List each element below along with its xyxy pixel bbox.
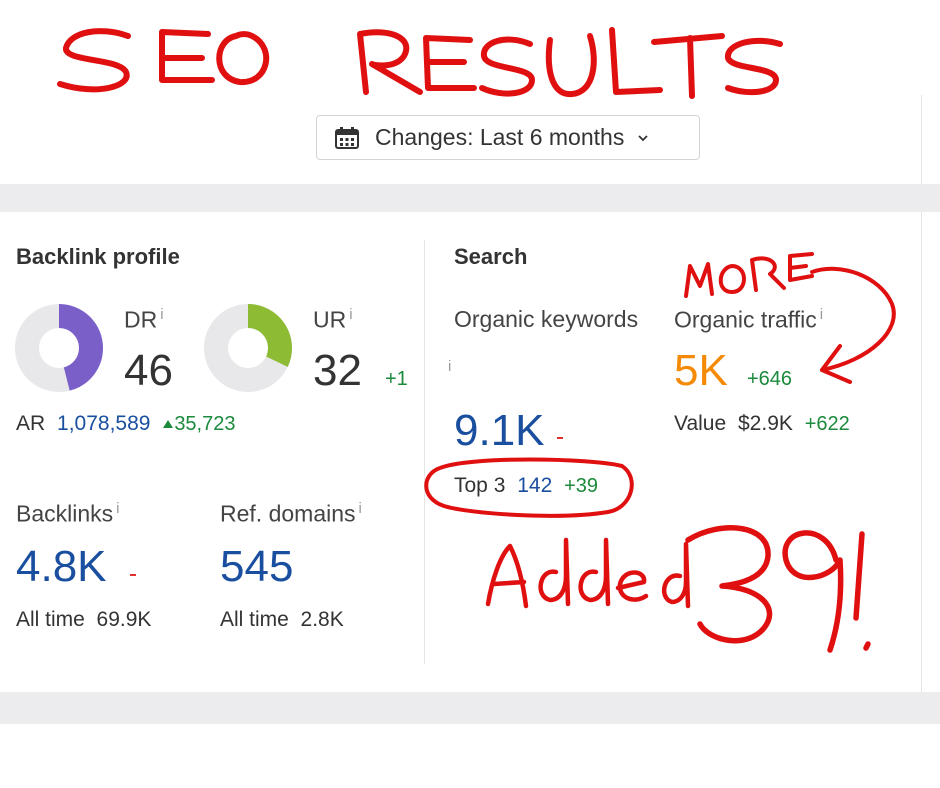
organic-keywords-info-icon[interactable]: i <box>448 358 451 375</box>
ref-domains-info-icon[interactable]: i <box>359 500 362 517</box>
ref-domains-label: Ref. domains <box>220 500 356 527</box>
calendar-icon <box>335 126 359 149</box>
traffic-value-delta: +622 <box>804 413 850 435</box>
section-gap <box>0 184 940 212</box>
changes-period-label: Changes: Last 6 months <box>375 124 625 150</box>
annotation-title-letter-s2 <box>479 36 535 97</box>
organic-traffic-delta: +646 <box>747 368 793 390</box>
organic-keywords-value[interactable]: 9.1K <box>454 406 545 456</box>
section-gap-bottom <box>0 692 940 724</box>
ur-label-wrap: UR i <box>313 306 353 334</box>
ar-delta-wrap: 35,723 <box>162 413 235 435</box>
ar-row: AR 1,078,589 35,723 <box>16 412 235 436</box>
dr-donut-chart <box>15 304 103 392</box>
top3-value[interactable]: 142 <box>517 474 552 497</box>
organic-traffic-value[interactable]: 5K <box>674 346 728 396</box>
ar-label: AR <box>16 412 46 435</box>
ur-value: 32 <box>313 346 362 395</box>
ar-delta: 35,723 <box>174 413 236 435</box>
backlinks-value[interactable]: 4.8K <box>16 542 107 592</box>
backlinks-info-icon[interactable]: i <box>116 500 119 517</box>
top3-label: Top 3 <box>454 474 506 497</box>
traffic-value-row: Value $2.9K +622 <box>674 412 850 436</box>
organic-keywords-label: Organic keywords <box>454 306 639 332</box>
annotation-title-letter-r <box>357 29 423 95</box>
dr-info-icon[interactable]: i <box>160 306 163 323</box>
annotation-title-letter-e2 <box>423 35 477 91</box>
arrow-up-icon <box>163 420 174 428</box>
search-title: Search <box>454 244 528 269</box>
backlinks-all-time-label: All time <box>16 608 85 631</box>
annotation-title-letter-t <box>651 33 725 99</box>
organic-traffic-label: Organic traffic <box>674 306 817 333</box>
annotation-title-letter-o <box>216 31 270 85</box>
ur-label: UR <box>313 306 347 333</box>
backlinks-all-time-value: 69.9K <box>96 608 152 631</box>
annotation-title-letter-u <box>545 33 597 98</box>
dr-label: DR <box>124 306 158 333</box>
backlinks-label-wrap: Backlinks i <box>16 500 120 528</box>
annotation-title-letter-s <box>57 28 131 93</box>
ref-domains-all-time: All time 2.8K <box>220 608 344 632</box>
organic-traffic-label-wrap: Organic traffic i <box>674 306 823 334</box>
ref-domains-value[interactable]: 545 <box>220 542 293 592</box>
ur-donut-chart <box>204 304 292 392</box>
column-divider <box>424 240 425 664</box>
ar-value[interactable]: 1,078,589 <box>57 412 150 435</box>
annotation-title-letter-s3 <box>725 37 783 96</box>
ur-info-icon[interactable]: i <box>349 306 352 323</box>
organic-keywords-change-mark <box>557 437 563 439</box>
chevron-down-icon <box>638 134 648 141</box>
ref-domains-all-time-value: 2.8K <box>300 608 344 631</box>
backlinks-change-mark <box>130 574 136 576</box>
annotation-title-letter-l <box>609 27 663 95</box>
top3-delta: +39 <box>564 475 599 497</box>
ref-domains-label-wrap: Ref. domains i <box>220 500 362 528</box>
dr-label-wrap: DR i <box>124 306 164 334</box>
changes-period-dropdown[interactable]: Changes: Last 6 months <box>316 115 700 160</box>
traffic-value-label: Value <box>674 412 727 435</box>
organic-traffic-info-icon[interactable]: i <box>820 306 823 323</box>
traffic-value-amount: $2.9K <box>738 412 793 435</box>
ur-delta: +1 <box>385 368 408 390</box>
ref-domains-all-time-label: All time <box>220 608 289 631</box>
backlink-profile-title: Backlink profile <box>16 244 180 269</box>
top3-row: Top 3 142 +39 <box>454 474 598 498</box>
backlinks-label: Backlinks <box>16 500 114 527</box>
dr-value: 46 <box>124 346 173 395</box>
backlinks-all-time: All time 69.9K <box>16 608 151 632</box>
annotation-title-letter-e <box>159 29 215 83</box>
